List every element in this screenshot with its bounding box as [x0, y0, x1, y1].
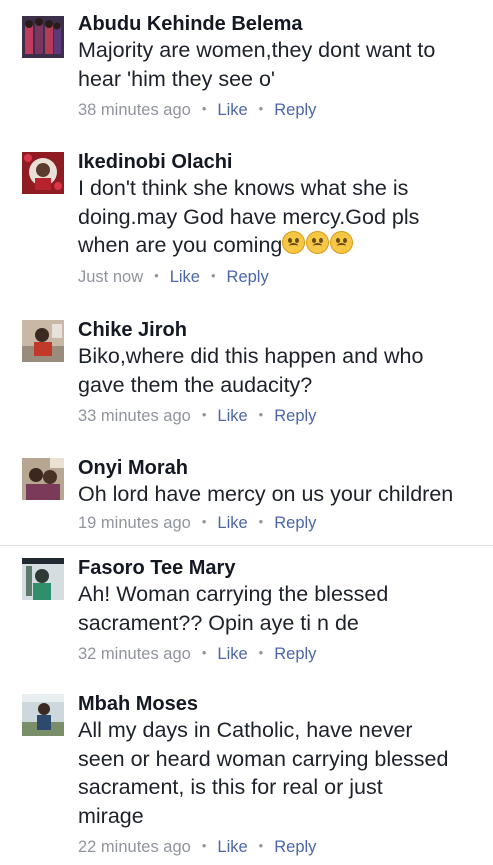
like-button[interactable]: Like — [217, 838, 247, 856]
reply-button[interactable]: Reply — [274, 101, 316, 119]
comment-author[interactable]: Fasoro Tee Mary — [78, 556, 485, 580]
comment-text-segment: when are you coming — [78, 233, 283, 257]
comment-text-line: Ah! Woman carrying the blessed — [78, 582, 389, 606]
comment-timestamp: 19 minutes ago — [78, 513, 191, 532]
comment-text-line: Majority are women,they dont want to — [78, 38, 436, 62]
avatar[interactable] — [22, 152, 64, 194]
comment-text-line: Oh lord have mercy on us your children — [78, 482, 454, 506]
crying-face-icon — [282, 231, 306, 254]
like-button[interactable]: Like — [217, 407, 247, 425]
crying-face-icon — [330, 231, 354, 254]
comment-text-line: Biko,where did this happen and who — [78, 344, 424, 368]
comment-author[interactable]: Abudu Kehinde Belema — [78, 12, 485, 36]
comment-text-line: seen or heard woman carrying blessed — [78, 746, 449, 771]
separator-dot: • — [258, 407, 264, 422]
reply-button[interactable]: Reply — [274, 838, 316, 856]
separator-dot: • — [258, 513, 264, 529]
comment-timestamp: 38 minutes ago — [78, 101, 191, 119]
like-button[interactable]: Like — [217, 514, 247, 532]
comment-timestamp: Just now — [78, 267, 144, 286]
reply-button[interactable]: Reply — [227, 268, 269, 286]
comment-author[interactable]: Onyi Morah — [78, 456, 485, 480]
comment-author[interactable]: Mbah Moses — [78, 692, 485, 716]
separator-dot: • — [258, 101, 264, 116]
comment-text-line: gave them the audacity? — [78, 372, 313, 397]
like-button[interactable]: Like — [217, 645, 247, 663]
like-button[interactable]: Like — [170, 268, 200, 286]
comment-text-line: doing.may God have mercy.God pls — [78, 204, 420, 229]
separator-dot: • — [154, 267, 159, 283]
reply-button[interactable]: Reply — [274, 514, 316, 532]
comment-timestamp: 33 minutes ago — [78, 407, 191, 425]
separator-dot: • — [210, 267, 216, 283]
comment-text-line: sacrament?? Opin aye ti n de — [78, 610, 359, 635]
comment-list: Abudu Kehinde Belema Majority are women,… — [0, 0, 493, 865]
separator-dot: • — [258, 645, 264, 660]
section-divider — [0, 545, 493, 546]
comment-author[interactable]: Chike Jiroh — [78, 318, 485, 342]
comment-timestamp: 32 minutes ago — [78, 645, 191, 663]
avatar[interactable] — [22, 16, 64, 58]
crying-face-icon — [306, 231, 330, 254]
comment-text-line: I don't think she knows what she is — [78, 176, 409, 200]
comment-author[interactable]: Ikedinobi Olachi — [78, 150, 485, 174]
separator-dot: • — [201, 407, 207, 422]
comment-timestamp: 22 minutes ago — [78, 838, 191, 856]
separator-dot: • — [201, 838, 207, 853]
comment-text-line: All my days in Catholic, have never — [78, 718, 413, 742]
separator-dot: • — [201, 101, 207, 116]
comment-text-line: hear 'him they see o' — [78, 66, 276, 91]
reply-button[interactable]: Reply — [274, 407, 316, 425]
separator-dot: • — [201, 513, 207, 529]
like-button[interactable]: Like — [217, 101, 247, 119]
reply-button[interactable]: Reply — [274, 645, 316, 663]
comment-text-line: sacrament, is this for real or just — [78, 775, 383, 799]
separator-dot: • — [201, 645, 207, 660]
avatar[interactable] — [22, 458, 64, 500]
avatar[interactable] — [22, 558, 64, 600]
comment-text-line: mirage — [78, 803, 144, 828]
avatar[interactable] — [22, 694, 64, 736]
avatar[interactable] — [22, 320, 64, 362]
comment-text-line: when are you coming — [78, 231, 485, 260]
separator-dot: • — [258, 838, 264, 853]
